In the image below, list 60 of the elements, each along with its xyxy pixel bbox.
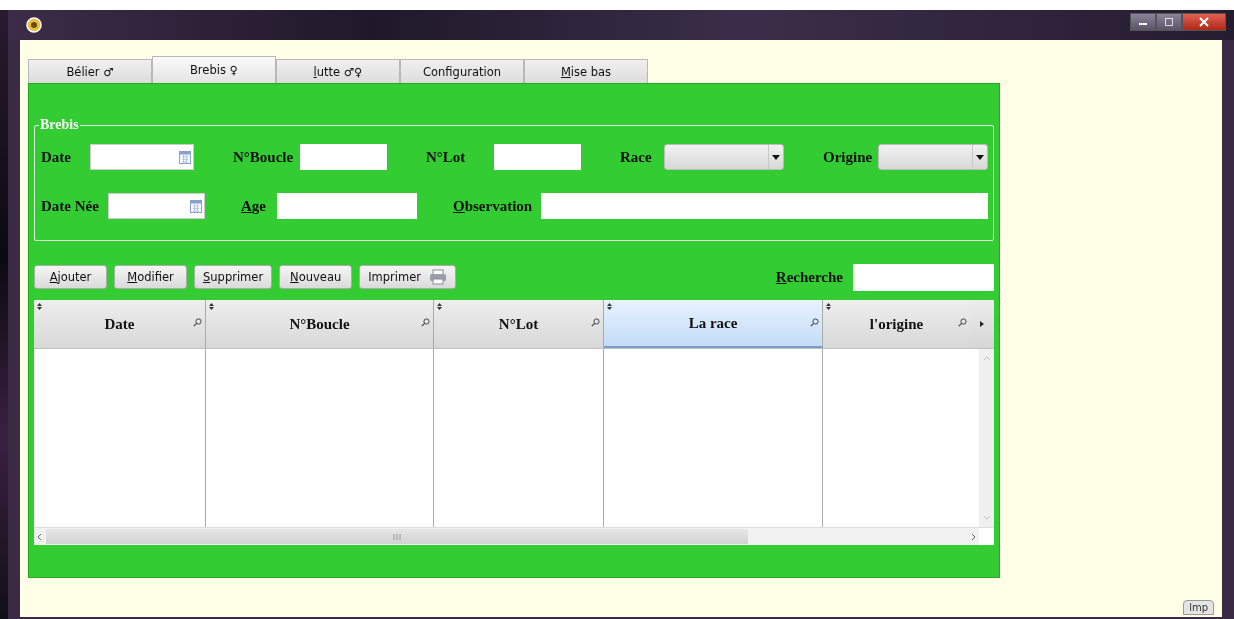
field-label: Observation	[453, 197, 534, 215]
corner-tab[interactable]: lmp	[1183, 600, 1214, 615]
column-header[interactable]: N°Boucle	[206, 300, 434, 348]
action-button[interactable]: Supprimer	[194, 265, 273, 289]
action-button[interactable]: Ajouter	[34, 265, 107, 289]
action-button[interactable]: Modifier	[114, 265, 187, 289]
print-button[interactable]: Imprimer	[359, 265, 456, 289]
close-icon	[1199, 17, 1209, 27]
dropdown-arrow-icon[interactable]	[972, 145, 987, 169]
field-label: Race	[620, 148, 653, 166]
column-header[interactable]: N°Lot	[434, 300, 604, 348]
maximize-button[interactable]	[1156, 13, 1182, 31]
app-icon	[26, 17, 42, 33]
input-field[interactable]	[300, 144, 387, 170]
column-header[interactable]: Date	[34, 300, 206, 348]
dropdown-arrow-icon[interactable]	[768, 145, 783, 169]
maximize-icon	[1164, 17, 1174, 27]
field-label: Date	[41, 148, 72, 166]
search-icon[interactable]	[421, 318, 430, 327]
minimize-button[interactable]	[1130, 13, 1156, 31]
sort-icon[interactable]	[437, 303, 442, 310]
tab[interactable]: Configuration	[400, 59, 524, 83]
date-field[interactable]	[108, 193, 205, 219]
date-field[interactable]	[90, 144, 194, 170]
sort-icon[interactable]	[607, 303, 612, 310]
search-label: Recherche	[775, 268, 843, 286]
field-label: N°Boucle	[233, 148, 295, 166]
dropdown-field[interactable]	[664, 144, 784, 170]
calendar-icon[interactable]	[190, 199, 204, 213]
search-field[interactable]	[853, 263, 994, 291]
search-icon[interactable]	[591, 318, 600, 327]
field-label: Age	[241, 197, 267, 215]
input-field[interactable]	[541, 193, 988, 219]
scrollbar-thumb[interactable]	[46, 529, 748, 544]
scrollbar-corner	[979, 528, 994, 545]
search-icon[interactable]	[193, 318, 202, 327]
column-header[interactable]: La race	[604, 300, 823, 348]
close-button[interactable]	[1182, 13, 1226, 31]
search-icon[interactable]	[958, 318, 967, 327]
tab[interactable]: Bélier ♂	[28, 59, 152, 83]
input-field[interactable]	[277, 193, 417, 219]
sort-icon[interactable]	[826, 303, 831, 310]
group-title: Brebis	[39, 117, 80, 133]
search-icon[interactable]	[810, 318, 819, 327]
sort-icon[interactable]	[209, 303, 214, 310]
printer-icon	[428, 269, 447, 285]
calendar-icon[interactable]	[179, 150, 193, 164]
tab[interactable]: Brebis ♀	[152, 56, 276, 83]
input-field[interactable]	[494, 144, 581, 170]
tab[interactable]: Mise bas	[524, 59, 648, 83]
field-label: N°Lot	[426, 148, 467, 166]
tab[interactable]: lutte ♂♀	[276, 59, 400, 83]
scroll-right-icon[interactable]	[980, 321, 984, 327]
field-label: Date Née	[41, 197, 100, 215]
action-button[interactable]: Nouveau	[279, 265, 353, 289]
field-label: Origine	[823, 148, 874, 166]
grip-icon	[393, 533, 401, 540]
horizontal-scrollbar[interactable]	[34, 527, 994, 545]
dropdown-field[interactable]	[878, 144, 988, 170]
sort-icon[interactable]	[37, 303, 42, 310]
